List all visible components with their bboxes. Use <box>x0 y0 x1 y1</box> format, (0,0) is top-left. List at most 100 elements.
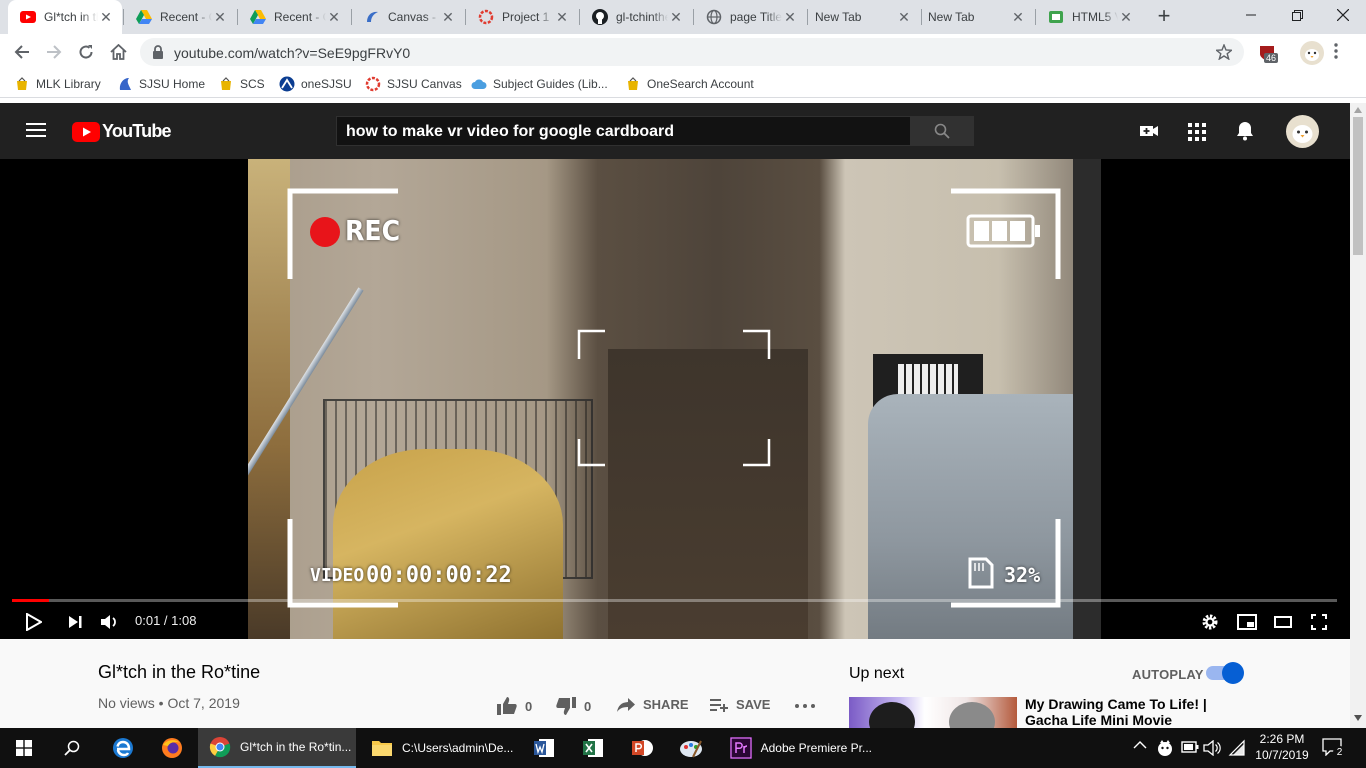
bookmark-scs[interactable]: SCS <box>218 76 265 92</box>
battery-icon[interactable] <box>1181 741 1199 753</box>
taskbar-item-powerpoint[interactable] <box>618 728 666 768</box>
edge-taskbar-button[interactable] <box>99 728 147 768</box>
address-bar[interactable]: youtube.com/watch?v=SeE9pgFRvY0 <box>140 38 1244 66</box>
tab-new-tab-2[interactable]: New Tab ✕ <box>922 0 1034 34</box>
tab-divider <box>465 9 466 25</box>
tab-html5-video[interactable]: HTML5 Video ✕ <box>1036 0 1142 34</box>
close-icon[interactable]: ✕ <box>1118 9 1134 26</box>
back-button[interactable] <box>10 40 34 64</box>
save-button[interactable]: SAVE <box>710 697 770 712</box>
tab-new-tab-1[interactable]: New Tab ✕ <box>808 0 920 34</box>
tab-divider <box>693 9 694 25</box>
taskbar-item-chrome[interactable]: Gl*tch in the Ro*tin... <box>198 728 356 768</box>
miniplayer-icon[interactable] <box>1235 610 1259 634</box>
close-icon[interactable]: ✕ <box>896 9 912 26</box>
page-scrollbar[interactable] <box>1350 103 1366 728</box>
sjsu-icon <box>117 76 133 92</box>
tab-google-drive-1[interactable]: Recent - Google Drive ✕ <box>124 0 236 34</box>
next-video-title[interactable]: My Drawing Came To Life! | Gacha Life Mi… <box>1025 696 1225 728</box>
close-icon[interactable]: ✕ <box>668 9 684 26</box>
progress-bar[interactable] <box>12 599 1337 602</box>
taskbar-item-excel[interactable] <box>569 728 617 768</box>
restore-button[interactable] <box>1274 0 1320 30</box>
minimize-button[interactable] <box>1228 0 1274 30</box>
taskbar-item-premiere[interactable]: Adobe Premiere Pr... <box>720 728 872 768</box>
bookmark-mlk-library[interactable]: MLK Library <box>14 76 101 92</box>
account-avatar[interactable] <box>1286 115 1319 148</box>
notifications-bell-icon[interactable] <box>1236 121 1254 141</box>
fullscreen-icon[interactable] <box>1307 610 1331 634</box>
search-taskbar-button[interactable] <box>48 728 96 768</box>
more-actions-icon[interactable] <box>795 704 815 708</box>
tab-canvas[interactable]: Canvas - ✕ <box>352 0 464 34</box>
dislike-button[interactable]: 0 <box>556 697 591 715</box>
menu-icon[interactable] <box>1334 43 1350 63</box>
tray-overflow-chevron-icon[interactable] <box>1133 740 1147 750</box>
tab-google-drive-2[interactable]: Recent - Google Drive ✕ <box>238 0 350 34</box>
next-button[interactable] <box>63 610 87 634</box>
play-button[interactable] <box>22 610 46 634</box>
volume-icon[interactable] <box>97 610 121 634</box>
bookmark-sjsu-home[interactable]: SJSU Home <box>117 76 205 92</box>
taskbar-item-word[interactable] <box>520 728 568 768</box>
hamburger-menu-icon[interactable] <box>26 122 46 140</box>
theater-mode-icon[interactable] <box>1271 610 1295 634</box>
next-video-thumbnail[interactable] <box>849 697 1017 728</box>
tab-youtube[interactable]: Gl*tch in the Ro*tine - YouTube ✕ <box>8 0 122 34</box>
create-video-icon[interactable] <box>1139 121 1159 141</box>
reload-button[interactable] <box>74 40 98 64</box>
tray-app-icon[interactable] <box>1156 739 1174 757</box>
tab-title: gl-tchintheroutine <box>616 10 668 24</box>
bookmark-onesjsu[interactable]: oneSJSU <box>279 76 352 92</box>
autoplay-toggle[interactable] <box>1206 662 1244 684</box>
close-icon[interactable]: ✕ <box>1010 9 1026 26</box>
scrollbar-thumb[interactable] <box>1353 117 1363 255</box>
lock-icon[interactable] <box>152 45 164 59</box>
new-tab-button[interactable]: + <box>1152 5 1176 29</box>
html5-icon <box>1048 9 1064 25</box>
search-button[interactable] <box>910 116 974 146</box>
taskbar-item-file-explorer[interactable]: C:\Users\admin\De... <box>360 728 518 768</box>
close-icon[interactable]: ✕ <box>782 9 798 26</box>
search-input[interactable]: how to make vr video for google cardboar… <box>336 116 911 146</box>
video-frame[interactable]: REC VIDEO 00:00:00:22 32% <box>248 159 1101 639</box>
close-icon[interactable]: ✕ <box>98 9 114 26</box>
home-button[interactable] <box>106 40 130 64</box>
close-icon[interactable]: ✕ <box>440 9 456 26</box>
action-center-icon[interactable]: 2 <box>1322 738 1346 760</box>
tab-page-title[interactable]: page Title ✕ <box>694 0 806 34</box>
speaker-icon[interactable] <box>1203 740 1221 756</box>
share-button[interactable]: SHARE <box>617 697 689 712</box>
firefox-taskbar-button[interactable] <box>148 728 196 768</box>
taskbar-item-paint[interactable] <box>667 728 715 768</box>
tab-project[interactable]: Project 1 ✕ <box>466 0 578 34</box>
dislike-count: 0 <box>584 698 592 714</box>
settings-gear-icon[interactable] <box>1198 610 1222 634</box>
apps-grid-icon[interactable] <box>1188 123 1206 141</box>
star-icon[interactable] <box>1216 44 1232 60</box>
scroll-down-icon[interactable] <box>1354 715 1362 721</box>
close-icon[interactable]: ✕ <box>212 9 228 26</box>
youtube-logo[interactable]: YouTube <box>72 121 172 142</box>
youtube-icon <box>20 9 36 25</box>
system-clock[interactable]: 2:26 PM 10/7/2019 <box>1250 731 1314 763</box>
like-button[interactable]: 0 <box>497 697 532 715</box>
wifi-icon[interactable] <box>1228 739 1246 757</box>
bookmark-subject-guides[interactable]: Subject Guides (Lib... <box>471 76 608 92</box>
start-button[interactable] <box>0 728 48 768</box>
canvas-icon <box>365 76 381 92</box>
playlist-add-icon <box>710 698 736 712</box>
forward-button[interactable] <box>42 40 66 64</box>
close-window-button[interactable] <box>1320 0 1366 30</box>
bookmark-label: MLK Library <box>36 77 101 91</box>
bookmark-onesearch-account[interactable]: OneSearch Account <box>625 76 754 92</box>
tab-github[interactable]: gl-tchintheroutine ✕ <box>580 0 692 34</box>
like-count: 0 <box>525 698 533 714</box>
close-icon[interactable]: ✕ <box>326 9 342 26</box>
extension-icon[interactable]: 46 <box>1258 44 1279 63</box>
profile-avatar[interactable] <box>1300 41 1324 65</box>
scroll-up-icon[interactable] <box>1354 107 1362 113</box>
close-icon[interactable]: ✕ <box>554 9 570 26</box>
bookmark-sjsu-canvas[interactable]: SJSU Canvas <box>365 76 462 92</box>
video-player[interactable]: REC VIDEO 00:00:00:22 32% 0:01 / 1:08 <box>0 159 1350 639</box>
